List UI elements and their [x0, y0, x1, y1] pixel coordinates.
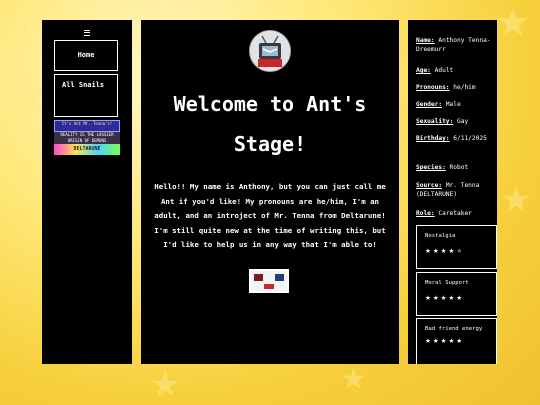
profile-sexuality: Sexuality: Gay [416, 118, 469, 125]
main-content-panel: Welcome to Ant's Stage! Hello!! My name … [141, 20, 399, 364]
star-decoration: ★ [2, 2, 38, 48]
menu-icon[interactable] [84, 30, 90, 36]
profile-role: Role: Caretaker [416, 210, 472, 217]
tenna-stamp-icon [251, 271, 287, 291]
nav-home-button[interactable]: Home [54, 40, 118, 71]
profile-age: Age: Adult [416, 67, 454, 74]
meter-moral-support: Moral Support ★★★★★ [416, 272, 497, 316]
rating-stars: ★★★★★ [425, 337, 465, 345]
avatar [249, 30, 291, 72]
meter-label: Nostalgia [425, 233, 456, 239]
page-title-line2: Stage! [233, 132, 307, 156]
tenna-stamp [249, 269, 289, 293]
page-title-line1: Welcome to Ant's [173, 92, 367, 116]
profile-species: Species: Robot [416, 164, 469, 171]
quote-banner[interactable]: REALITY IS THE LOSSIER ORIGIN OF DEMONS [54, 132, 120, 144]
meter-nostalgia: Nostalgia ★★★★★ [416, 225, 497, 269]
left-nav-panel: Home All Snails It's Ant Mr. Tenna's! RE… [42, 20, 132, 364]
profile-source: Source: Mr. Tenna (DELTARUNE) [416, 182, 480, 198]
rating-stars: ★★★★★ [425, 247, 465, 255]
star-decoration: ★ [500, 180, 533, 221]
star-decoration: ★ [340, 362, 367, 397]
star-decoration: ★ [150, 365, 181, 405]
profile-name: Name: Anthony Tenna-Dreemurr [416, 37, 491, 53]
meter-bad-friend-energy: Bad friend energy ★★★★★ [416, 318, 497, 364]
intro-paragraph: Hello!! My name is Anthony, but you can … [154, 182, 386, 249]
meter-label: Moral Support [425, 280, 469, 286]
rating-stars: ★★★★★ [425, 294, 465, 302]
profile-pronouns: Pronouns: he/him [416, 84, 476, 91]
profile-panel: Name: Anthony Tenna-Dreemurr Age: Adult … [408, 20, 497, 364]
nav-all-snails-button[interactable]: All Snails [54, 74, 118, 117]
fanlisting-banner[interactable]: It's Ant Mr. Tenna's! [54, 120, 120, 132]
tv-head-icon [250, 31, 290, 71]
profile-gender: Gender: Male [416, 101, 461, 108]
meter-label: Bad friend energy [425, 326, 483, 332]
profile-birthday: Birthday: 6/11/2025 [416, 135, 487, 142]
deltarune-banner[interactable]: DELTARUNE [54, 144, 120, 155]
star-decoration: ★ [495, 0, 531, 46]
